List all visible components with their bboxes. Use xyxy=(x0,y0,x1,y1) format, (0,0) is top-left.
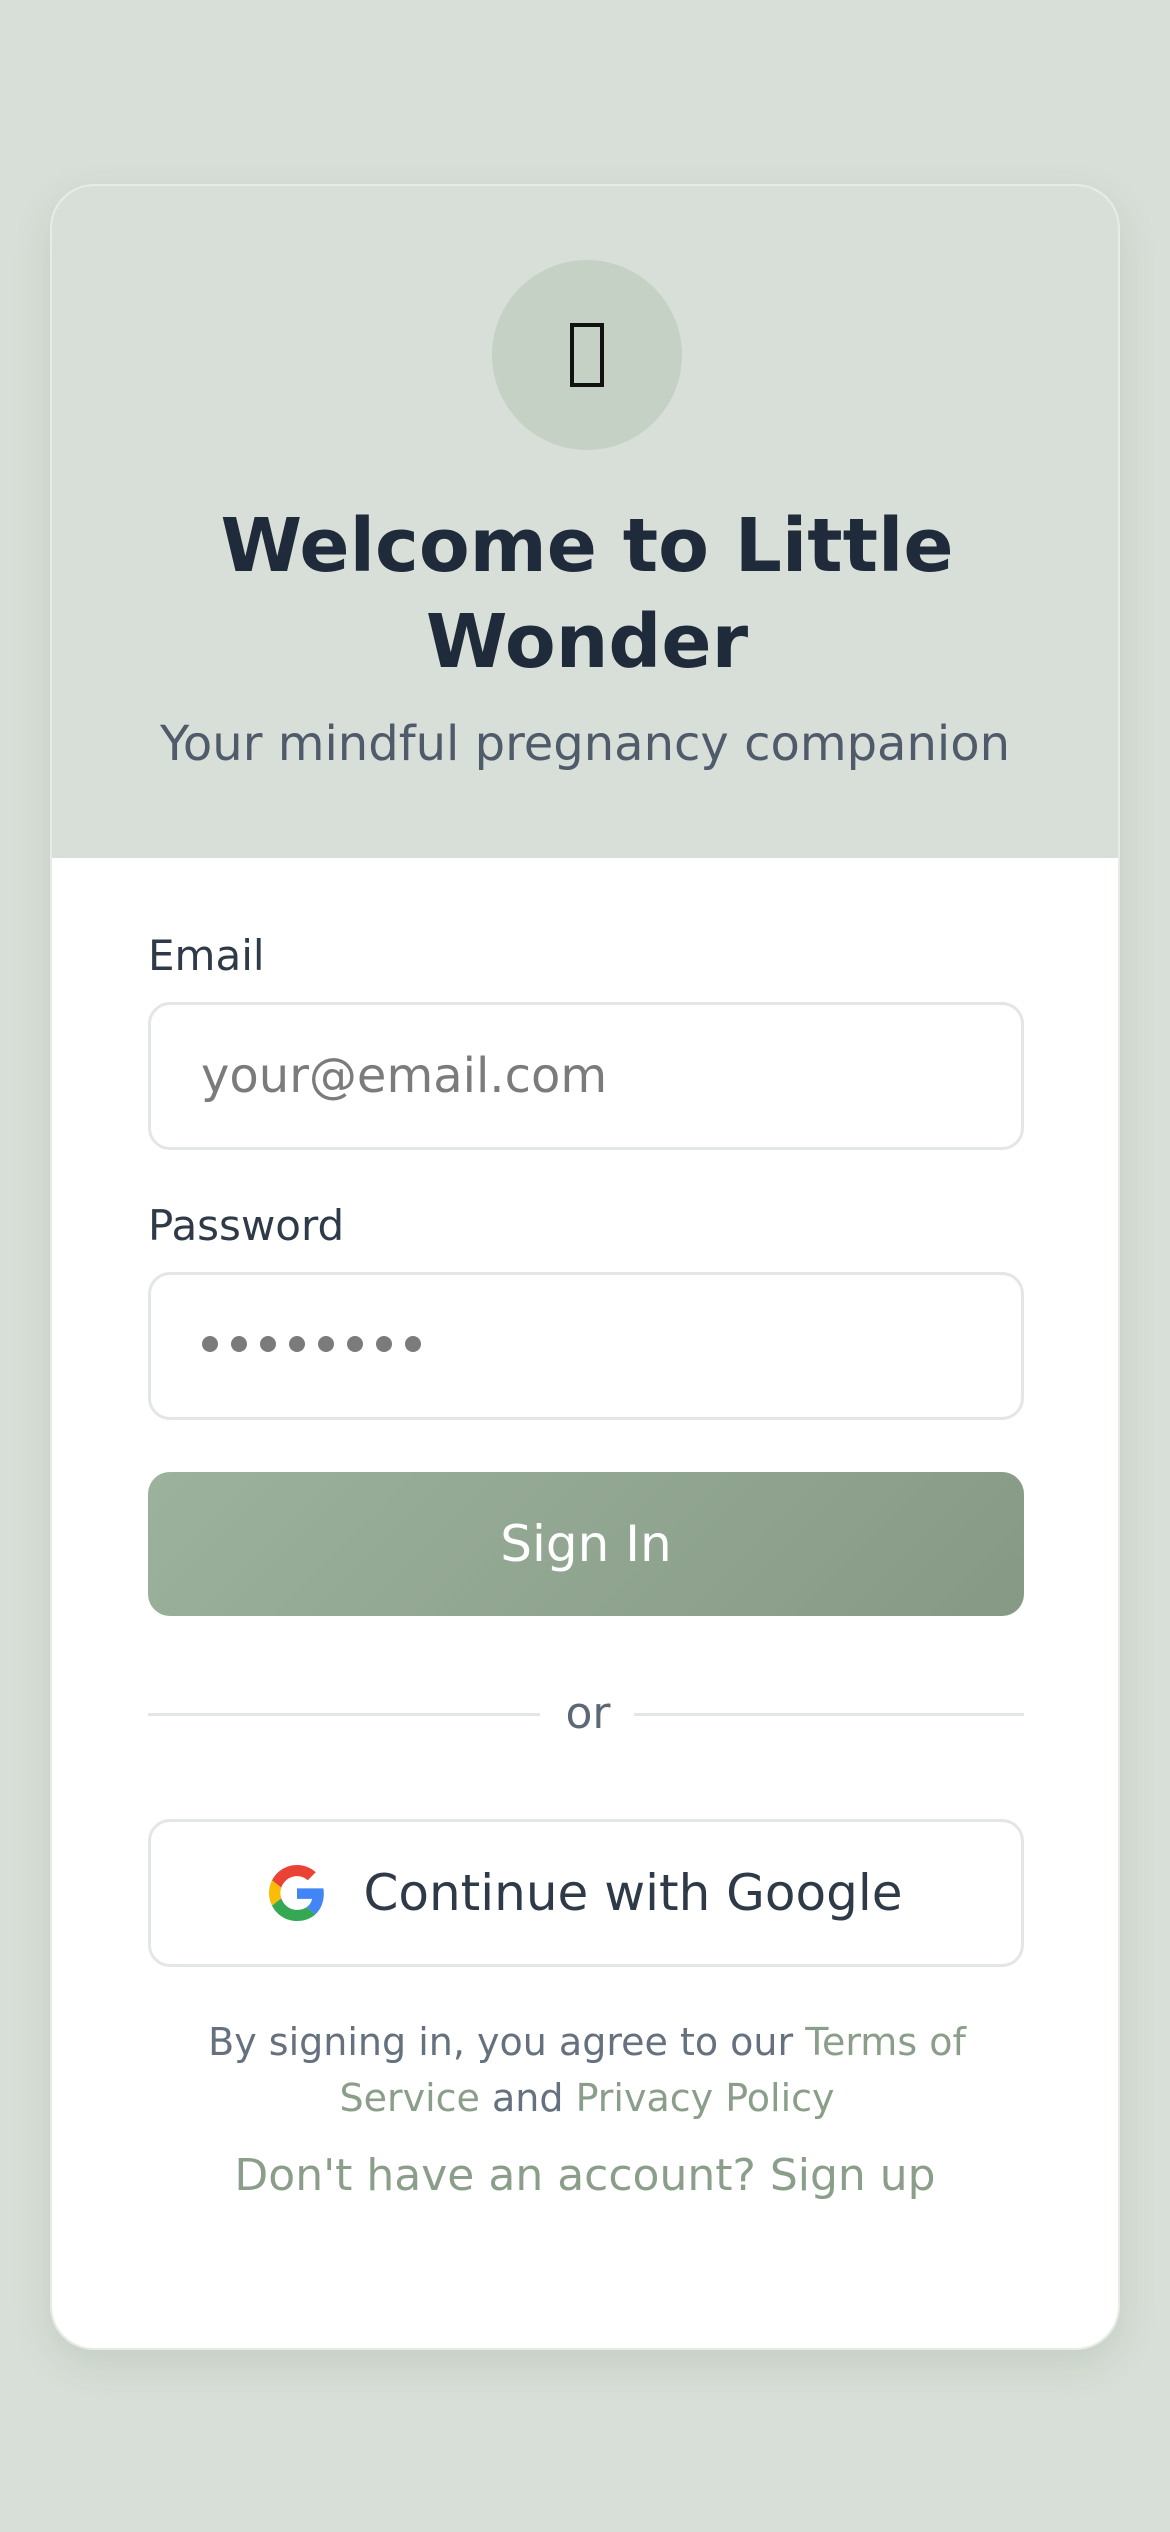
welcome-header: Welcome to Little Wonder Your mindful pr… xyxy=(52,186,1118,858)
password-label: Password xyxy=(148,1201,345,1250)
sparkle-icon xyxy=(570,323,604,387)
divider-text: or xyxy=(565,1688,611,1739)
login-card: Welcome to Little Wonder Your mindful pr… xyxy=(50,184,1120,2350)
legal-middle: and xyxy=(479,2076,576,2120)
sign-in-label: Sign In xyxy=(500,1515,672,1573)
google-signin-button[interactable]: Continue with Google xyxy=(148,1819,1024,1967)
email-label: Email xyxy=(148,931,265,980)
divider-line-right xyxy=(634,1713,1024,1716)
password-mask xyxy=(202,1336,421,1352)
page-title: Welcome to Little Wonder xyxy=(220,503,954,685)
google-button-label: Continue with Google xyxy=(363,1864,903,1922)
page-subtitle: Your mindful pregnancy companion xyxy=(159,716,1011,772)
divider-line-left xyxy=(148,1713,540,1716)
privacy-link[interactable]: Privacy Policy xyxy=(576,2076,835,2120)
sign-up-link[interactable]: Don't have an account? Sign up xyxy=(52,2148,1118,2204)
google-icon xyxy=(269,1865,325,1921)
logo-badge xyxy=(492,260,682,450)
legal-notice: By signing in, you agree to our Terms of… xyxy=(142,2014,1032,2126)
sign-in-button[interactable]: Sign In xyxy=(148,1472,1024,1616)
legal-prefix: By signing in, you agree to our xyxy=(208,2020,806,2064)
email-field[interactable] xyxy=(148,1002,1024,1150)
